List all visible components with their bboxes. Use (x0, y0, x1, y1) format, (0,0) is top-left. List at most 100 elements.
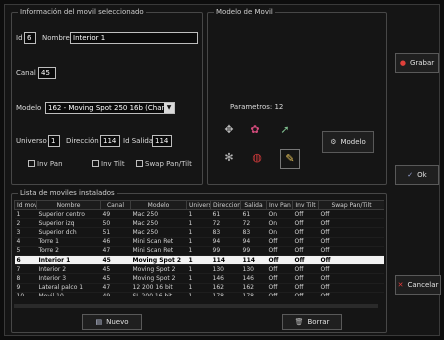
model-button[interactable]: ⚙ Modelo (322, 131, 374, 153)
output-field[interactable]: 114 (152, 135, 172, 147)
table-cell: Off (292, 264, 319, 275)
column-header[interactable]: Direccion (210, 200, 241, 210)
table-cell: 114 (240, 255, 267, 266)
table-cell: 10 (14, 292, 37, 296)
table-cell: 45 (100, 255, 131, 266)
column-header[interactable]: Inv Tilt (292, 200, 319, 210)
table-cell: 162 (210, 283, 241, 293)
table-cell: Off (318, 227, 384, 238)
table-cell: On (266, 218, 293, 229)
inv-tilt-checkbox[interactable]: Inv Tilt (92, 160, 125, 168)
id-field[interactable]: 6 (24, 32, 36, 44)
table-cell: Superior dch (36, 227, 101, 238)
table-cell: 146 (240, 273, 267, 284)
table-cell: 47 (100, 283, 131, 293)
table-row[interactable]: 4 Torre 1 46 Mini Scan Ret 1 94 94 Off Off Off (14, 237, 384, 247)
table-cell: 72 (210, 218, 241, 229)
column-header[interactable]: Id movil (14, 200, 37, 210)
chevron-down-icon[interactable]: ▼ (164, 103, 174, 113)
table-cell: Off (318, 237, 384, 247)
table-cell: 1 (14, 209, 37, 220)
new-button[interactable]: ▤ Nuevo (82, 314, 142, 330)
table-row[interactable]: 6 Interior 1 45 Moving Spot 2 1 114 114 Off Off O… (14, 255, 384, 266)
list-groupbox-title: Lista de moviles instalados (18, 189, 117, 197)
table-row[interactable]: 8 Interior 3 45 Moving Spot 2 1 146 146 Off Off O… (14, 273, 384, 284)
table-cell: Mac 250 (130, 209, 187, 220)
inv-pan-checkbox[interactable]: Inv Pan (28, 160, 63, 168)
table-cell: Interior 2 (36, 264, 101, 275)
inv-pan-box[interactable] (28, 160, 35, 167)
table-cell: Off (318, 292, 384, 296)
beam-icon[interactable]: ➚ (278, 123, 292, 137)
info-groupbox: Información del movil seleccionado Id 6 … (11, 8, 203, 185)
model-select[interactable]: 162 - Moving Spot 250 16b (Chang) ▼ (45, 102, 175, 114)
save-button-label: Grabar (409, 59, 435, 67)
table-cell: Interior 3 (36, 273, 101, 284)
swap-pan-tilt-box[interactable] (136, 160, 143, 167)
table-cell: Torre 2 (36, 246, 101, 256)
table-cell: 1 (186, 246, 211, 256)
table-row[interactable]: 10Movil 1049SL 200 16 bit1178178OffOffOf… (14, 292, 384, 296)
fixtures-table[interactable]: Id movilNombreCanalModeloUniversoDirecci… (14, 200, 384, 296)
table-cell: 4 (14, 237, 37, 247)
table-cell: Mac 250 (130, 218, 187, 229)
table-cell: 6 (14, 255, 37, 266)
model-button-label: Modelo (340, 138, 366, 146)
column-header[interactable]: Nombre (36, 200, 101, 210)
name-label: Nombre (42, 34, 70, 42)
gobo-icon[interactable]: ✻ (222, 151, 236, 165)
ok-button[interactable]: ✓ Ok (395, 165, 439, 185)
table-cell: Torre 1 (36, 237, 101, 247)
table-cell: 49 (100, 292, 131, 296)
universe-field[interactable]: 1 (48, 135, 60, 147)
table-cell: Off (292, 283, 319, 293)
cancel-button[interactable]: ✕ Cancelar (395, 275, 441, 295)
table-cell: 49 (100, 209, 131, 220)
model-groupbox-title: Modelo de Movil (214, 8, 275, 16)
table-cell: 2 (14, 218, 37, 229)
name-field[interactable]: Interior 1 (70, 32, 198, 44)
column-header[interactable]: Swap Pan/Tilt (318, 200, 384, 210)
column-header[interactable]: Modelo (130, 200, 187, 210)
color-wheel-icon[interactable]: ✿ (248, 123, 262, 137)
table-row[interactable]: 3 Superior dch 51 Mac 250 1 83 83 On Off Off (14, 227, 384, 238)
horizontal-scrollbar[interactable] (14, 304, 378, 308)
column-header[interactable]: Inv Pan (266, 200, 293, 210)
table-cell: Off (318, 218, 384, 229)
column-header[interactable]: Canal (100, 200, 131, 210)
save-button[interactable]: ● Grabar (395, 53, 439, 73)
table-cell: 51 (100, 227, 131, 238)
new-icon: ▤ (95, 318, 103, 326)
table-cell: Off (292, 246, 319, 256)
shutter-icon[interactable]: ◍ (250, 151, 264, 165)
cancel-button-label: Cancelar (407, 281, 439, 289)
table-cell: 130 (240, 264, 267, 275)
table-row[interactable]: 7 Interior 2 45 Moving Spot 2 1 130 130 Off Off O… (14, 264, 384, 275)
table-cell: Off (292, 255, 319, 266)
table-row[interactable]: 9 Lateral palco 1 47 12 200 16 bit 1 162 162 Of… (14, 283, 384, 293)
table-cell: 1 (186, 292, 211, 296)
swap-pan-tilt-checkbox[interactable]: Swap Pan/Tilt (136, 160, 192, 168)
address-field[interactable]: 114 (100, 135, 120, 147)
column-header[interactable]: Universo (186, 200, 211, 210)
table-row[interactable]: 1 Superior centro 49 Mac 250 1 61 61 On Off Off (14, 209, 384, 220)
table-cell: 5 (14, 246, 37, 256)
table-row[interactable]: 5 Torre 2 47 Mini Scan Ret 1 99 99 Off Off Off (14, 246, 384, 256)
table-cell: 1 (186, 237, 211, 247)
fixture-config-window: Información del movil seleccionado Id 6 … (4, 4, 441, 336)
table-cell: Off (266, 292, 293, 296)
channel-field[interactable]: 45 (38, 67, 56, 79)
params-label: Parametros: 12 (230, 103, 284, 111)
table-cell: On (266, 227, 293, 238)
table-cell: Off (266, 246, 293, 256)
output-label: Id Salida (123, 137, 154, 145)
table-row[interactable]: 2 Superior izq 50 Mac 250 1 72 72 On Off Off (14, 218, 384, 229)
inv-tilt-box[interactable] (92, 160, 99, 167)
column-header[interactable]: Salida (240, 200, 267, 210)
fixture-move-icon[interactable]: ✥ (222, 123, 236, 137)
table-cell: 83 (210, 227, 241, 238)
delete-button[interactable]: 🗑 Borrar (282, 314, 342, 330)
swap-pan-tilt-label: Swap Pan/Tilt (145, 160, 192, 168)
table-cell: 9 (14, 283, 37, 293)
focus-icon[interactable]: ✎ (280, 149, 300, 169)
